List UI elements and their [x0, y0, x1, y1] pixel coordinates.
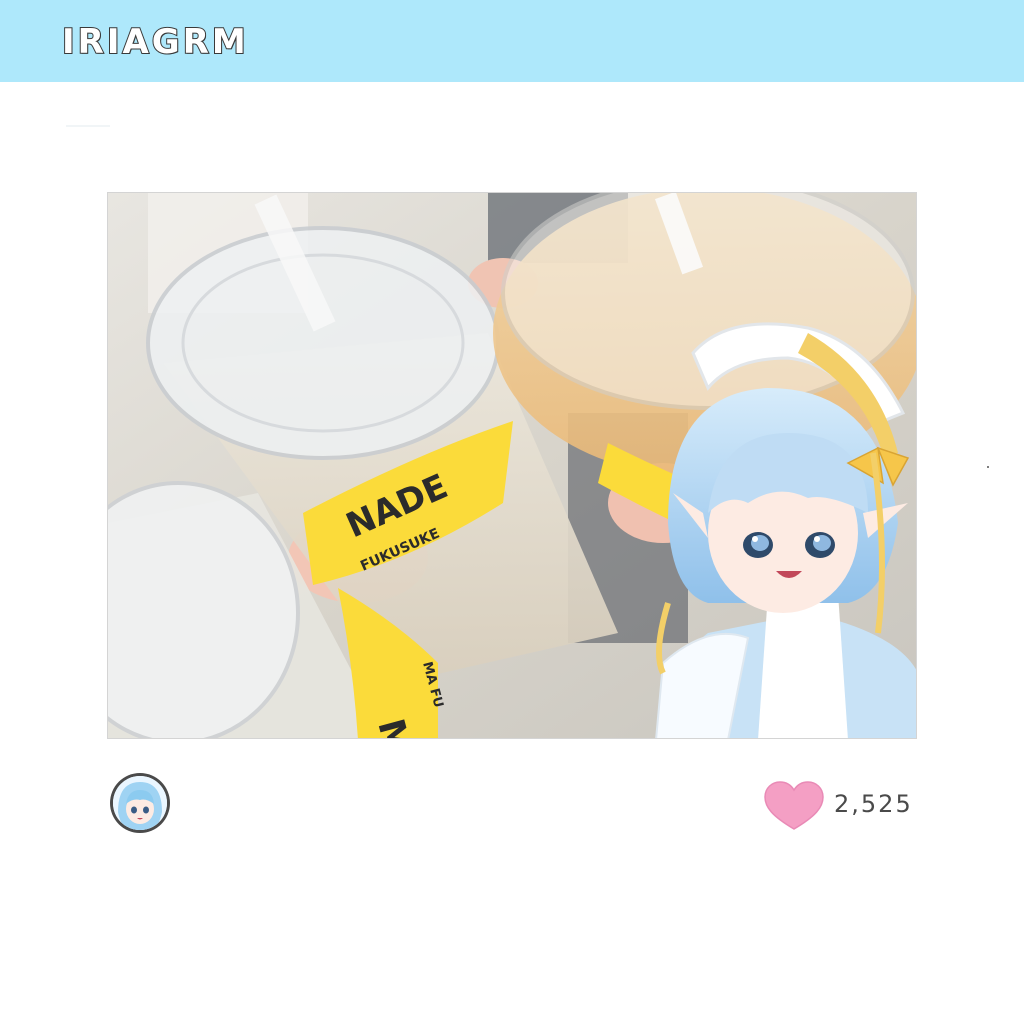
speck — [987, 466, 989, 468]
post-page: IRIAGRM NADE FUKUSUKE MA FU 2,525 — [0, 0, 1024, 1024]
photo-illustration: NADE FUKUSUKE MO MA FU — [108, 193, 916, 738]
user-avatar[interactable] — [110, 773, 170, 833]
app-title[interactable]: IRIAGRM — [61, 21, 249, 63]
avatar-icon — [113, 776, 167, 830]
like-count: 2,525 — [834, 790, 913, 818]
heart-icon[interactable] — [762, 780, 826, 832]
decorative-line — [66, 125, 110, 127]
like-group: 2,525 — [762, 780, 932, 832]
app-header: IRIAGRM — [0, 0, 1024, 82]
post-photo[interactable]: NADE FUKUSUKE MO MA FU — [107, 192, 917, 739]
